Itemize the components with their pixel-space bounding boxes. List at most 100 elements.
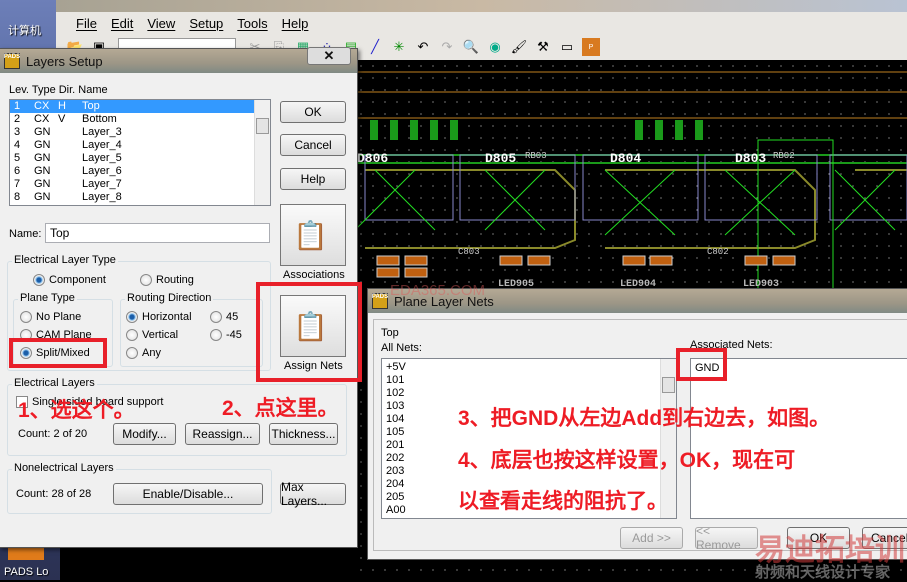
component-icon[interactable]: ✳ <box>390 38 408 56</box>
thickness-button[interactable]: Thickness... <box>269 423 338 445</box>
pads-app-icon: PADS <box>372 293 388 309</box>
ref-rb02: RB02 <box>773 151 795 161</box>
any-radio[interactable]: Any <box>126 347 161 359</box>
remove-button[interactable]: << Remove <box>695 524 758 552</box>
menu-setup[interactable]: Setup <box>189 16 223 31</box>
layer-type: GN <box>34 139 51 151</box>
menu-help[interactable]: Help <box>282 16 309 31</box>
layer-lev: 4 <box>14 139 21 151</box>
modify-button[interactable]: Modify... <box>113 423 176 445</box>
title-bar <box>56 0 907 12</box>
desktop-icon-pads[interactable]: PADS Lo <box>4 566 48 578</box>
associations-button[interactable]: 📋 <box>280 204 346 266</box>
45-radio[interactable]: 45 <box>210 311 238 323</box>
layer-row[interactable]: 4 GN Layer_4 <box>10 139 270 152</box>
layer-dir <box>58 191 82 204</box>
no-plane-radio[interactable]: No Plane <box>20 311 81 323</box>
annotation-step4a: 4、底层也按这样设置，OK，现在可 <box>458 449 796 472</box>
menu-edit[interactable]: Edit <box>111 16 133 31</box>
layer-type: CX <box>34 113 50 125</box>
highlight-assign-nets <box>256 282 362 382</box>
hammer-icon[interactable]: ⚒ <box>534 38 552 56</box>
desktop-icon-computer[interactable]: 计算机 <box>8 22 41 38</box>
cancel-button[interactable]: Cancel <box>280 134 346 156</box>
layer-dir: V <box>58 113 66 125</box>
layer-name: Layer_3 <box>82 126 122 138</box>
annotation-step3: 3、把GND从左边Add到右边去，如图。 <box>458 407 831 430</box>
ref-d803: D803 <box>735 151 766 166</box>
group-title: Electrical Layer Type <box>12 254 118 266</box>
layer-type: GN <box>34 165 51 177</box>
layer-name: Layer_7 <box>82 178 122 190</box>
name-input[interactable]: Top <box>45 223 270 243</box>
name-label: Name: <box>9 228 42 240</box>
ref-d805: D805 <box>485 151 516 166</box>
undo-icon[interactable]: ↶ <box>414 38 432 56</box>
layer-dir <box>58 126 82 139</box>
scroll-thumb[interactable] <box>662 377 675 393</box>
layer-row[interactable]: 2 CX V Bottom <box>10 113 270 126</box>
ref-d806: D806 <box>357 151 388 166</box>
layer-dir: H <box>58 100 66 112</box>
layer-list[interactable]: 1 CX H Top 2 CX V Bottom 3 GN Layer_3 4 GN Layer_4 5 GN… <box>9 99 271 206</box>
net-item[interactable]: 101 <box>382 374 676 387</box>
component-radio[interactable]: Component <box>33 274 106 286</box>
horizontal-radio[interactable]: Horizontal <box>126 311 192 323</box>
ref-rb03: RB03 <box>525 151 547 161</box>
reassign-button[interactable]: Reassign... <box>185 423 260 445</box>
menu-bar: File Edit View Setup Tools Help <box>56 12 308 34</box>
ref-d804: D804 <box>610 151 641 166</box>
layer-row[interactable]: 8 GN Layer_8 <box>10 191 270 204</box>
menu-file[interactable]: File <box>76 16 97 31</box>
help-button[interactable]: Help <box>280 168 346 190</box>
routing-radio[interactable]: Routing <box>140 274 194 286</box>
menu-view[interactable]: View <box>147 16 175 31</box>
pads-router-icon[interactable]: P <box>582 38 600 56</box>
view-icon[interactable]: ◉ <box>486 38 504 56</box>
net-item[interactable]: +5V <box>382 361 676 374</box>
minus-45-radio[interactable]: -45 <box>210 329 242 341</box>
layer-dir <box>58 165 82 178</box>
layer-name: Layer_8 <box>82 191 122 203</box>
scroll-thumb[interactable] <box>256 118 269 134</box>
layer-type: GN <box>34 126 51 138</box>
layer-type: GN <box>34 191 51 203</box>
layer-lev: 6 <box>14 165 21 177</box>
layer-dir <box>58 178 82 191</box>
layer-row[interactable]: 5 GN Layer_5 <box>10 152 270 165</box>
layer-list-scrollbar[interactable] <box>254 100 270 205</box>
ref-c803: C803 <box>458 247 480 257</box>
dialog-title: Layers Setup <box>26 53 103 69</box>
layer-dir <box>58 139 82 152</box>
window-icon[interactable]: ▭ <box>558 38 576 56</box>
layer-row[interactable]: 7 GN Layer_7 <box>10 178 270 191</box>
zoom-icon[interactable]: 🔍 <box>462 38 480 56</box>
associated-nets-list[interactable]: GND <box>690 358 907 519</box>
layer-lev: 5 <box>14 152 21 164</box>
redo-icon[interactable]: ↷ <box>438 38 456 56</box>
pads-app-icon: PADS <box>4 53 20 69</box>
layer-type: CX <box>34 100 50 112</box>
menu-tools[interactable]: Tools <box>237 16 267 31</box>
layer-name: Top <box>82 100 100 112</box>
net-item[interactable]: 102 <box>382 387 676 400</box>
watermark-slogan: 射频和天线设计专家 <box>755 564 891 581</box>
ref-c802: C802 <box>707 247 729 257</box>
max-layers-button[interactable]: Max Layers... <box>280 480 346 508</box>
layer-lev: 2 <box>14 113 21 125</box>
vertical-radio[interactable]: Vertical <box>126 329 178 341</box>
layer-row[interactable]: 1 CX H Top <box>10 100 270 113</box>
layer-dir <box>58 152 82 165</box>
layer-row[interactable]: 6 GN Layer_6 <box>10 165 270 178</box>
ok-button[interactable]: OK <box>280 101 346 123</box>
associations-label: Associations <box>283 269 345 281</box>
layer-row[interactable]: 3 GN Layer_3 <box>10 126 270 139</box>
brush-icon[interactable]: 🖌 <box>510 38 528 56</box>
layer-lev: 7 <box>14 178 21 190</box>
add-button[interactable]: Add >> <box>620 527 683 549</box>
layer-type: GN <box>34 152 51 164</box>
line-icon[interactable]: ╱ <box>366 38 384 56</box>
enable-disable-button[interactable]: Enable/Disable... <box>113 483 263 505</box>
layers-setup-title-bar: PADS Layers Setup ✕ <box>0 47 357 73</box>
close-button[interactable]: ✕ <box>307 47 351 65</box>
